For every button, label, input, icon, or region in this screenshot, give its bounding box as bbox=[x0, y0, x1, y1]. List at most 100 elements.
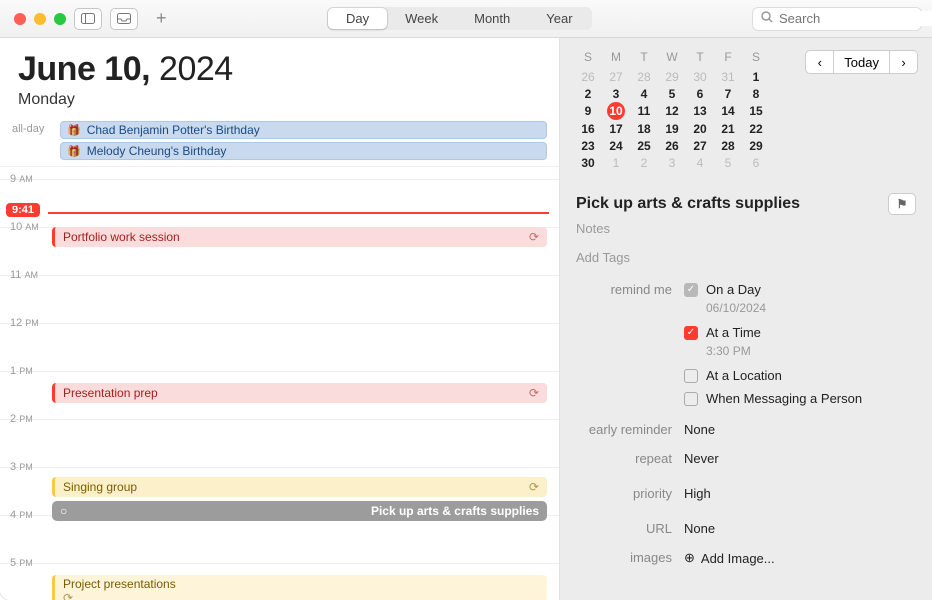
mini-cal-day[interactable]: 28 bbox=[630, 68, 658, 85]
reminder-title[interactable]: Pick up arts & crafts supplies bbox=[576, 195, 800, 213]
mini-cal-day[interactable]: 27 bbox=[686, 137, 714, 154]
when-messaging-checkbox[interactable]: When Messaging a Person bbox=[684, 391, 916, 406]
mini-cal-day[interactable]: 29 bbox=[742, 137, 770, 154]
early-reminder-value[interactable]: None bbox=[684, 422, 916, 437]
inspector-panel: SMTWTFS262728293031123456789101112131415… bbox=[560, 38, 932, 600]
flag-button[interactable]: ⚑ bbox=[888, 193, 916, 215]
view-tab-year[interactable]: Year bbox=[528, 8, 590, 29]
tags-field[interactable]: Add Tags bbox=[576, 250, 916, 265]
window-controls bbox=[10, 13, 66, 25]
calendar-event[interactable]: Pick up arts & crafts supplies bbox=[52, 501, 547, 521]
at-a-location-checkbox[interactable]: At a Location bbox=[684, 368, 916, 383]
add-event-button[interactable]: + bbox=[156, 8, 167, 29]
on-a-day-checkbox[interactable]: ✓ On a Day bbox=[684, 282, 916, 297]
mini-cal-day[interactable]: 24 bbox=[602, 137, 630, 154]
inbox-button[interactable] bbox=[110, 8, 138, 30]
minimize-window-button[interactable] bbox=[34, 13, 46, 25]
hour-label: 12 PM bbox=[10, 317, 39, 329]
mini-cal-day[interactable]: 30 bbox=[574, 154, 602, 171]
view-tab-day[interactable]: Day bbox=[328, 8, 387, 29]
mini-cal-day[interactable]: 4 bbox=[630, 85, 658, 102]
search-field[interactable] bbox=[752, 7, 922, 31]
mini-cal-day[interactable]: 16 bbox=[574, 120, 602, 137]
hour-row: 9 AM bbox=[0, 179, 559, 227]
mini-cal-day[interactable]: 14 bbox=[714, 102, 742, 120]
mini-cal-day[interactable]: 31 bbox=[714, 68, 742, 85]
mini-cal-day[interactable]: 21 bbox=[714, 120, 742, 137]
mini-cal-day[interactable]: 26 bbox=[658, 137, 686, 154]
timeline[interactable]: 8 AM9 AM10 AM11 AM12 PM1 PM2 PM3 PM4 PM5… bbox=[0, 167, 559, 600]
images-label: images bbox=[576, 550, 684, 566]
mini-cal-day[interactable]: 23 bbox=[574, 137, 602, 154]
close-window-button[interactable] bbox=[14, 13, 26, 25]
mini-cal-day[interactable]: 1 bbox=[602, 154, 630, 171]
on-a-day-value[interactable]: 06/10/2024 bbox=[706, 301, 766, 315]
calendar-event[interactable]: Project presentations⟳5 – 7 PM bbox=[52, 575, 547, 600]
notes-field[interactable]: Notes bbox=[576, 221, 916, 236]
mini-cal-day[interactable]: 22 bbox=[742, 120, 770, 137]
window-toolbar: + DayWeekMonthYear bbox=[0, 0, 932, 38]
mini-cal-day[interactable]: 2 bbox=[574, 85, 602, 102]
calendar-event[interactable]: Presentation prep ⟳ bbox=[52, 383, 547, 403]
event-title: Presentation prep bbox=[63, 386, 158, 400]
add-image-button[interactable]: Add Image... bbox=[684, 550, 916, 566]
sidebar-toggle-button[interactable] bbox=[74, 8, 102, 30]
next-month-button[interactable]: › bbox=[890, 50, 918, 74]
event-title: Singing group bbox=[63, 480, 137, 494]
mini-cal-day[interactable]: 9 bbox=[574, 102, 602, 120]
mini-cal-day[interactable]: 2 bbox=[630, 154, 658, 171]
mini-cal-day[interactable]: 28 bbox=[714, 137, 742, 154]
all-day-event[interactable]: Chad Benjamin Potter's Birthday bbox=[60, 121, 547, 139]
mini-cal-day[interactable]: 11 bbox=[630, 102, 658, 120]
repeat-icon: ⟳ bbox=[529, 386, 539, 400]
priority-value[interactable]: High bbox=[684, 486, 916, 501]
remind-me-label: remind me bbox=[576, 282, 684, 408]
prev-month-button[interactable]: ‹ bbox=[805, 50, 833, 74]
mini-cal-day[interactable]: 17 bbox=[602, 120, 630, 137]
mini-cal-day[interactable]: 6 bbox=[686, 85, 714, 102]
mini-cal-day[interactable]: 20 bbox=[686, 120, 714, 137]
mini-cal-day[interactable]: 30 bbox=[686, 68, 714, 85]
today-button[interactable]: Today bbox=[833, 50, 890, 74]
url-value[interactable]: None bbox=[684, 521, 916, 536]
view-tab-week[interactable]: Week bbox=[387, 8, 456, 29]
mini-cal-day[interactable]: 6 bbox=[742, 154, 770, 171]
mini-cal-day[interactable]: 27 bbox=[602, 68, 630, 85]
all-day-event[interactable]: Melody Cheung's Birthday bbox=[60, 142, 547, 160]
mini-cal-day[interactable]: 13 bbox=[686, 102, 714, 120]
mini-cal-day[interactable]: 5 bbox=[714, 154, 742, 171]
mini-cal-day[interactable]: 10 bbox=[602, 102, 630, 120]
event-title: Pick up arts & crafts supplies bbox=[371, 504, 539, 518]
hour-row: 12 PM bbox=[0, 323, 559, 371]
mini-cal-day[interactable]: 25 bbox=[630, 137, 658, 154]
mini-cal-day[interactable]: 3 bbox=[602, 85, 630, 102]
calendar-event[interactable]: Singing group⟳ bbox=[52, 477, 547, 497]
zoom-window-button[interactable] bbox=[54, 13, 66, 25]
repeat-value[interactable]: Never bbox=[684, 451, 916, 466]
mini-cal-day[interactable]: 1 bbox=[742, 68, 770, 85]
at-a-time-checkbox[interactable]: ✓ At a Time bbox=[684, 325, 916, 340]
hour-label: 1 PM bbox=[10, 365, 33, 377]
repeat-icon: ⟳ bbox=[529, 230, 539, 244]
mini-calendar[interactable]: SMTWTFS262728293031123456789101112131415… bbox=[574, 50, 770, 171]
mini-cal-day[interactable]: 5 bbox=[658, 85, 686, 102]
checkbox-unchecked-icon bbox=[684, 369, 698, 383]
mini-cal-dow: T bbox=[686, 50, 714, 68]
search-input[interactable] bbox=[779, 11, 932, 26]
hour-label: 3 PM bbox=[10, 461, 33, 473]
view-tab-month[interactable]: Month bbox=[456, 8, 528, 29]
mini-cal-day[interactable]: 19 bbox=[658, 120, 686, 137]
page-title: June 10, 2024 bbox=[18, 50, 541, 89]
mini-cal-day[interactable]: 4 bbox=[686, 154, 714, 171]
mini-cal-day[interactable]: 29 bbox=[658, 68, 686, 85]
mini-cal-day[interactable]: 15 bbox=[742, 102, 770, 120]
mini-cal-day[interactable]: 18 bbox=[630, 120, 658, 137]
mini-cal-day[interactable]: 7 bbox=[714, 85, 742, 102]
mini-cal-day[interactable]: 26 bbox=[574, 68, 602, 85]
mini-cal-day[interactable]: 3 bbox=[658, 154, 686, 171]
at-a-time-value[interactable]: 3:30 PM bbox=[706, 344, 751, 358]
repeat-icon: ⟳ bbox=[63, 591, 73, 600]
calendar-event[interactable]: Portfolio work session⟳ bbox=[52, 227, 547, 247]
mini-cal-day[interactable]: 8 bbox=[742, 85, 770, 102]
mini-cal-day[interactable]: 12 bbox=[658, 102, 686, 120]
